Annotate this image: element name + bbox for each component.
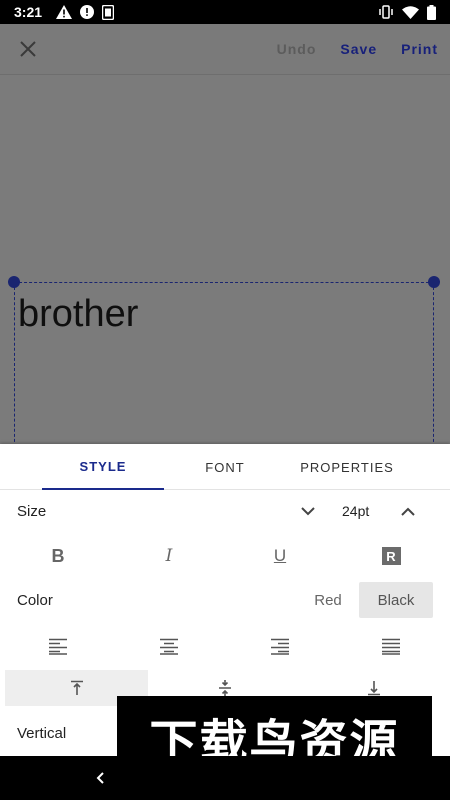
align-top-icon: [70, 680, 83, 695]
align-justify-icon: [382, 638, 400, 655]
status-time: 3:21: [14, 4, 43, 20]
align-right-button[interactable]: [260, 630, 300, 662]
color-black-option[interactable]: Black: [359, 582, 433, 618]
tab-bar: STYLE FONT PROPERTIES: [0, 444, 450, 490]
status-left: 3:21: [14, 4, 115, 20]
alignment-row: [0, 630, 450, 662]
sim-icon: [102, 4, 115, 20]
resize-handle-top-left[interactable]: [8, 276, 20, 288]
size-decrease-button[interactable]: [296, 499, 320, 523]
close-icon: [20, 41, 36, 57]
reverse-icon: R: [381, 547, 401, 565]
chevron-up-icon: [401, 507, 415, 516]
label-editor: Undo Save Print brother: [0, 24, 450, 458]
status-right: [378, 4, 436, 20]
text-object-frame[interactable]: brother: [8, 276, 440, 458]
format-row: B I U R: [0, 536, 450, 576]
warning-icon: [56, 5, 73, 19]
print-button[interactable]: Print: [401, 41, 438, 57]
size-value: 24pt: [342, 503, 370, 519]
size-row: Size 24pt: [0, 494, 450, 528]
tab-properties[interactable]: PROPERTIES: [286, 444, 408, 490]
align-center-button[interactable]: [149, 630, 189, 662]
tab-font[interactable]: FONT: [164, 444, 286, 490]
toolbar-actions: Undo Save Print: [277, 24, 438, 74]
align-left-button[interactable]: [38, 630, 78, 662]
status-bar: 3:21: [0, 0, 450, 24]
underline-button[interactable]: U: [260, 536, 300, 576]
wifi-icon: [402, 5, 419, 19]
battery-icon: [427, 4, 436, 20]
bold-button[interactable]: B: [38, 536, 78, 576]
align-left-icon: [49, 638, 67, 655]
reverse-button[interactable]: R: [371, 536, 411, 576]
italic-button[interactable]: I: [149, 536, 189, 576]
vibrate-icon: [378, 5, 394, 19]
resize-handle-top-right[interactable]: [428, 276, 440, 288]
align-right-icon: [271, 638, 289, 655]
alert-circle-icon: [80, 5, 95, 19]
nav-back-button[interactable]: [88, 766, 112, 790]
system-nav-bar: [0, 756, 450, 800]
save-button[interactable]: Save: [340, 41, 377, 57]
chevron-left-icon: [96, 772, 104, 784]
color-row: Color Red Black: [0, 582, 450, 618]
undo-button[interactable]: Undo: [277, 41, 317, 57]
vertical-label: Vertical: [17, 724, 67, 742]
close-button[interactable]: [14, 35, 42, 63]
label-text[interactable]: brother: [18, 293, 138, 336]
color-red-option[interactable]: Red: [300, 582, 356, 618]
align-middle-icon: [219, 680, 231, 696]
align-bottom-icon: [367, 681, 380, 696]
color-label: Color: [17, 591, 53, 609]
size-label: Size: [17, 502, 47, 520]
top-toolbar: Undo Save Print: [0, 24, 450, 74]
align-justify-button[interactable]: [371, 630, 411, 662]
tab-style[interactable]: STYLE: [42, 444, 164, 490]
toolbar-divider: [0, 74, 450, 75]
size-increase-button[interactable]: [396, 499, 420, 523]
chevron-down-icon: [301, 506, 315, 515]
align-center-icon: [160, 638, 178, 655]
